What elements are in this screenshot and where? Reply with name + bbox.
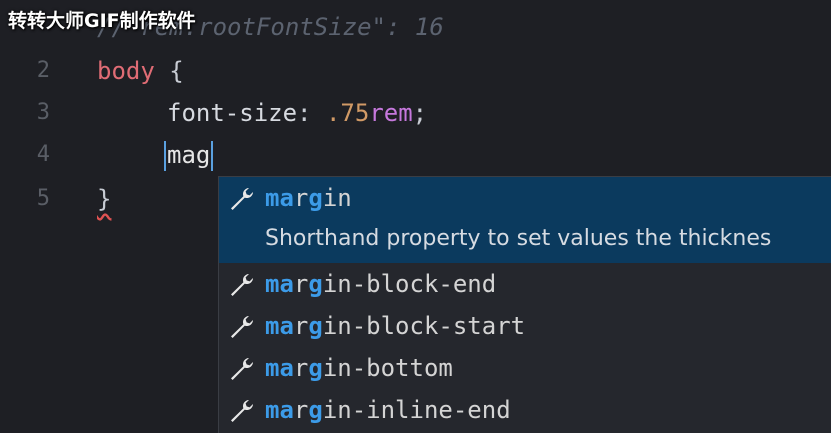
css-unit: rem	[369, 99, 413, 127]
line-number: 2	[36, 58, 50, 83]
wrench-icon	[231, 399, 254, 422]
css-property: font-size	[167, 99, 298, 127]
typed-text[interactable]: mag	[167, 141, 210, 169]
colon: :	[297, 99, 312, 127]
css-number: .75	[325, 99, 370, 127]
open-brace: {	[169, 57, 184, 85]
code-line-2: 2 body {	[0, 50, 831, 92]
code-line-3: 3 font-size: .75rem;	[0, 92, 831, 134]
code-text: body {	[97, 50, 184, 92]
code-text: font-size: .75rem;	[167, 92, 427, 134]
code-line-4[interactable]: 4 mag	[0, 134, 831, 176]
suggestion-label: margin	[265, 184, 352, 212]
line-number: 3	[36, 100, 50, 125]
text-cursor	[211, 141, 214, 171]
code-text[interactable]: mag	[163, 134, 214, 176]
wrench-icon	[231, 187, 254, 210]
code-editor[interactable]: 转转大师GIF制作软件 // rem.rootFontSize": 16 2 b…	[0, 0, 831, 433]
suggestion-label: margin-block-start	[265, 312, 526, 340]
autocomplete-list[interactable]: margin Shorthand property to set values …	[218, 176, 831, 433]
suggestion-item-margin-block-end[interactable]: margin-block-end	[219, 263, 831, 305]
suggestion-item-margin-block-start[interactable]: margin-block-start	[219, 305, 831, 347]
wrench-icon	[231, 273, 254, 296]
suggestion-item-margin[interactable]: margin	[219, 177, 831, 219]
line-number: 5	[36, 186, 50, 211]
suggestion-item-margin-inline-end[interactable]: margin-inline-end	[219, 389, 831, 431]
code-text: }	[97, 178, 111, 220]
suggestion-item-margin-bottom[interactable]: margin-bottom	[219, 347, 831, 389]
css-selector: body	[97, 57, 155, 85]
suggestion-label: margin-bottom	[265, 354, 453, 382]
suggestion-detail: Shorthand property to set values the thi…	[219, 219, 831, 263]
text-cursor	[164, 141, 166, 171]
close-brace: }	[97, 185, 112, 213]
wrench-icon	[231, 357, 254, 380]
suggestion-label: margin-inline-end	[265, 396, 511, 424]
semicolon: ;	[412, 99, 428, 127]
line-number: 4	[36, 142, 50, 167]
watermark-logo: 转转大师GIF制作软件	[8, 10, 196, 32]
suggestion-label: margin-block-end	[265, 270, 497, 298]
wrench-icon	[231, 315, 254, 338]
